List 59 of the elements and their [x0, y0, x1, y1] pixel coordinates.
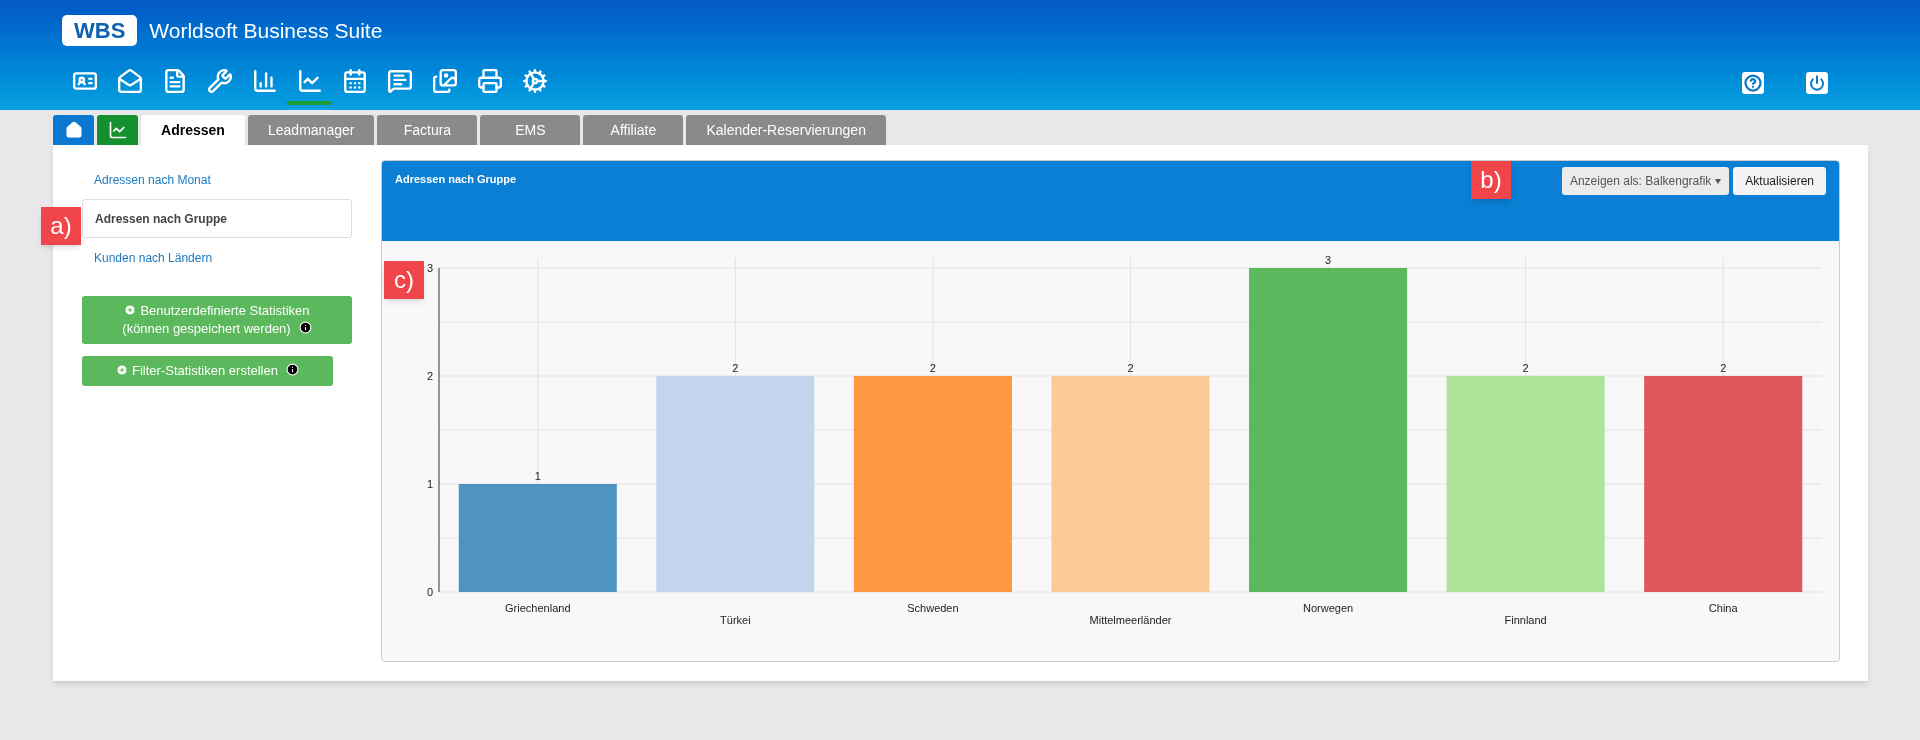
- sidebar-item[interactable]: Kunden nach Ländern: [82, 238, 352, 277]
- create-statistics-button[interactable]: Filter-Statistiken erstellen: [82, 356, 333, 386]
- power-button[interactable]: [1806, 71, 1828, 94]
- caret-icon: [1715, 178, 1722, 184]
- x-category-label: Türkei: [720, 614, 751, 626]
- logo: WBS: [62, 15, 138, 47]
- y-tick-label: 0: [426, 586, 433, 598]
- annotation-label: c): [384, 261, 424, 299]
- y-tick-label: 2: [426, 370, 433, 382]
- calendar-icon: [341, 67, 368, 94]
- tab[interactable]: Adressen: [141, 115, 245, 145]
- help-icon: [1744, 73, 1762, 92]
- x-category-label: Mittelmeerländer: [1089, 614, 1172, 626]
- x-category-label: Finnland: [1504, 614, 1547, 626]
- tab[interactable]: Affiliate: [583, 115, 684, 145]
- mail-icon: [116, 67, 143, 94]
- gears-icon: [521, 67, 548, 94]
- home-tab[interactable]: [53, 115, 94, 145]
- bar-chart-icon: [251, 67, 278, 94]
- panel-title: Adressen nach Gruppe: [395, 172, 517, 187]
- help-button[interactable]: [1742, 71, 1764, 94]
- bar-value-label: 2: [1522, 362, 1529, 374]
- x-category-label: China: [1708, 602, 1738, 614]
- create-statistics-button[interactable]: Benutzerdefinierte Statistiken (können gespeichert werden): [82, 296, 352, 344]
- sidebar-item[interactable]: Adressen nach Monat: [82, 160, 352, 199]
- app-title: Worldsoft Business Suite: [149, 18, 383, 44]
- tab[interactable]: Kalender-Reservierungen: [686, 115, 886, 145]
- view-select[interactable]: Anzeigen als: Balkengrafik: [1561, 167, 1730, 195]
- images-icon: [431, 67, 458, 94]
- printer-icon: [476, 67, 503, 94]
- tab[interactable]: Leadmanager: [248, 115, 375, 145]
- plus-icon: [116, 364, 128, 376]
- info-icon: [298, 321, 312, 334]
- bar-value-label: 2: [732, 362, 739, 374]
- home-icon: [64, 121, 83, 139]
- plus-icon: [124, 304, 137, 316]
- tab[interactable]: Factura: [377, 115, 478, 145]
- annotation-label: b): [1471, 161, 1511, 199]
- statistics-tab[interactable]: [97, 115, 138, 145]
- bar-value-label: 2: [1720, 362, 1727, 374]
- bar-value-label: 3: [1325, 254, 1332, 266]
- x-category-label: Norwegen: [1303, 602, 1354, 614]
- tools-icon: [206, 67, 233, 94]
- x-category-label: Griechenland: [505, 602, 571, 614]
- power-icon: [1809, 74, 1825, 91]
- y-tick-label: 1: [426, 478, 433, 490]
- refresh-button[interactable]: Aktualisieren: [1733, 167, 1826, 195]
- bar-value-label: 2: [929, 362, 936, 374]
- message-icon: [386, 67, 413, 94]
- annotation-label: a): [41, 207, 81, 245]
- y-tick-label: 3: [426, 262, 433, 274]
- line-chart-icon: [296, 67, 323, 94]
- sidebar-item[interactable]: Adressen nach Gruppe: [82, 199, 352, 238]
- tab[interactable]: EMS: [480, 115, 581, 145]
- x-category-label: Schweden: [907, 602, 959, 614]
- info-icon: [285, 363, 299, 376]
- bar-value-label: 1: [534, 470, 541, 482]
- line-chart-icon: [107, 120, 128, 140]
- bar-value-label: 2: [1127, 362, 1134, 374]
